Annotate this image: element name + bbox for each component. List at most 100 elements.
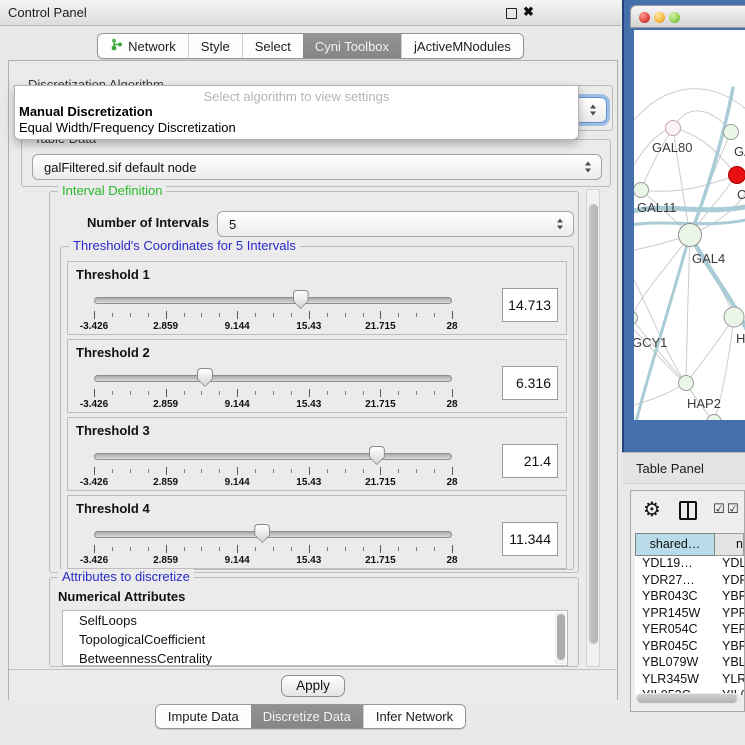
tab-style[interactable]: Style	[188, 34, 242, 58]
slider-track[interactable]	[94, 297, 452, 304]
table-cell[interactable]: YDR27…	[635, 573, 715, 590]
split-view-icon[interactable]	[679, 501, 697, 520]
close-icon[interactable]: ✖	[523, 4, 534, 20]
node-red-selected[interactable]	[729, 167, 745, 184]
attribute-item[interactable]: TopologicalCoefficient	[63, 630, 567, 649]
tab-label: Network	[128, 39, 176, 54]
attribute-list[interactable]: SelfLoopsTopologicalCoefficientBetweenne…	[62, 610, 568, 666]
scrollbar-thumb[interactable]	[589, 204, 598, 644]
number-of-intervals-combobox[interactable]: 5	[217, 211, 574, 237]
table-cell[interactable]: YER054C	[635, 622, 715, 639]
zoom-traffic-light-icon[interactable]	[669, 12, 680, 23]
threshold-value-field[interactable]: 21.4	[502, 444, 558, 478]
slider-thumb[interactable]	[197, 368, 213, 387]
threshold-value-field[interactable]: 6.316	[502, 366, 558, 400]
slider-thumb[interactable]	[369, 446, 385, 465]
table-row[interactable]: YER054CYER0	[635, 622, 744, 639]
table-cell[interactable]: YDR2	[715, 573, 744, 590]
scrollbar-thumb[interactable]	[557, 614, 565, 660]
node-gal80[interactable]	[666, 121, 681, 136]
table-cell[interactable]: YBL079W	[635, 655, 715, 672]
gear-icon[interactable]: ⚙	[643, 497, 661, 521]
tab-discretize-data[interactable]: Discretize Data	[251, 705, 363, 728]
main-vertical-scrollbar[interactable]	[586, 189, 600, 667]
list-scrollbar[interactable]	[555, 612, 566, 664]
table-cell[interactable]: YBR043C	[635, 589, 715, 606]
table-row[interactable]: YPR145WYPR1	[635, 606, 744, 623]
table-cell[interactable]: YLR345W	[635, 672, 715, 689]
apply-button[interactable]: Apply	[281, 675, 345, 697]
table-cell[interactable]: YDL19…	[635, 556, 715, 573]
attribute-item[interactable]: SelfLoops	[63, 611, 567, 630]
table-cell[interactable]: YBR0	[715, 589, 744, 606]
table-data-combobox[interactable]: galFiltered.sif default node	[32, 154, 602, 180]
node-gcy1[interactable]	[634, 312, 638, 325]
threshold-slider[interactable]: -3.4262.8599.14415.4321.71528	[94, 446, 452, 488]
tab-select[interactable]: Select	[242, 34, 303, 58]
table-cell[interactable]: YPR1	[715, 606, 744, 623]
table-panel-titlebar: Table Panel	[622, 452, 745, 484]
tab-impute-data[interactable]: Impute Data	[156, 705, 251, 728]
table-horizontal-scrollbar[interactable]	[636, 693, 740, 704]
tab-infer-network[interactable]: Infer Network	[363, 705, 465, 728]
threshold-slider[interactable]: -3.4262.8599.14415.4321.71528	[94, 524, 452, 566]
table-cell[interactable]: YDL1	[715, 556, 744, 573]
threshold-slider[interactable]: -3.4262.8599.14415.4321.71528	[94, 368, 452, 410]
select-columns-checkbox-icon[interactable]: ☑	[713, 502, 725, 517]
table-cell[interactable]: YLR3	[715, 672, 744, 689]
control-panel: Control Panel ✖ Network	[0, 0, 621, 745]
slider-thumb[interactable]	[293, 290, 309, 309]
table-cell[interactable]: YBL0	[715, 655, 744, 672]
table-row[interactable]: YBL079WYBL0	[635, 655, 744, 672]
table-row[interactable]: YDL19…YDL1	[635, 556, 744, 573]
table-header: shared… n	[635, 533, 744, 556]
slider-thumb[interactable]	[254, 524, 270, 543]
combo-arrows-icon	[590, 105, 597, 116]
dropdown-option-equal-width[interactable]: Equal Width/Frequency Discretization	[15, 120, 578, 136]
close-traffic-light-icon[interactable]	[639, 12, 650, 23]
table-toolbar: ⚙ ☑ ☑	[631, 491, 744, 531]
interval-definition-group: Interval Definition Number of Intervals …	[49, 191, 579, 573]
tab-label: Infer Network	[376, 709, 453, 724]
table-row[interactable]: YLR345WYLR3	[635, 672, 744, 689]
attributes-group: Attributes to discretize Numerical Attri…	[49, 577, 579, 667]
scrollbar-thumb[interactable]	[637, 694, 737, 703]
attribute-item[interactable]: BetweennessCentrality	[63, 649, 567, 666]
table-row[interactable]: YDR27…YDR2	[635, 573, 744, 590]
slider-track[interactable]	[94, 453, 452, 460]
tab-cyni-toolbox[interactable]: Cyni Toolbox	[303, 34, 401, 58]
tab-network[interactable]: Network	[98, 34, 188, 58]
minimize-traffic-light-icon[interactable]	[654, 12, 665, 23]
float-window-icon[interactable]	[506, 8, 517, 19]
table-body: YDL19…YDL1YDR27…YDR2YBR043CYBR0YPR145WYP…	[635, 556, 744, 695]
dropdown-option-manual[interactable]: Manual Discretization	[15, 104, 578, 120]
threshold-label: Threshold 3	[76, 423, 150, 438]
select-all-checkbox-icon[interactable]: ☑	[727, 502, 739, 517]
slider-track[interactable]	[94, 375, 452, 382]
node-label-partial: GA	[734, 144, 745, 159]
threshold-value-field[interactable]: 11.344	[502, 522, 558, 556]
number-of-intervals-label: Number of Intervals	[87, 215, 209, 230]
table-row[interactable]: YBR043CYBR0	[635, 589, 744, 606]
table-cell[interactable]: YBR045C	[635, 639, 715, 656]
slider-track[interactable]	[94, 531, 452, 538]
threshold-value-field[interactable]: 14.713	[502, 288, 558, 322]
node-partial-top-right[interactable]	[724, 125, 739, 140]
thresholds-group: Threshold's Coordinates for 5 Intervals …	[60, 246, 574, 570]
node-gal11[interactable]	[634, 183, 649, 198]
tab-jactivemnodules[interactable]: jActiveMNodules	[401, 34, 523, 58]
tab-label: Select	[255, 39, 291, 54]
table-row[interactable]: YBR045CYBR0	[635, 639, 744, 656]
panel-title: Control Panel	[8, 5, 87, 20]
table-cell[interactable]: YER0	[715, 622, 744, 639]
threshold-slider[interactable]: -3.4262.8599.14415.4321.71528	[94, 290, 452, 332]
network-canvas[interactable]: GAL80 GA C GAL11 GAL4 GCY1 H HAP2	[634, 30, 745, 420]
table-cell[interactable]: YPR145W	[635, 606, 715, 623]
column-header-name[interactable]: n	[715, 533, 744, 556]
node-partial-right[interactable]	[724, 307, 744, 327]
node-hap2[interactable]	[679, 376, 694, 391]
column-header-shared-name[interactable]: shared…	[635, 533, 715, 556]
table-cell[interactable]: YBR0	[715, 639, 744, 656]
node-gal4[interactable]	[679, 224, 702, 247]
node-label: GAL80	[652, 140, 692, 155]
